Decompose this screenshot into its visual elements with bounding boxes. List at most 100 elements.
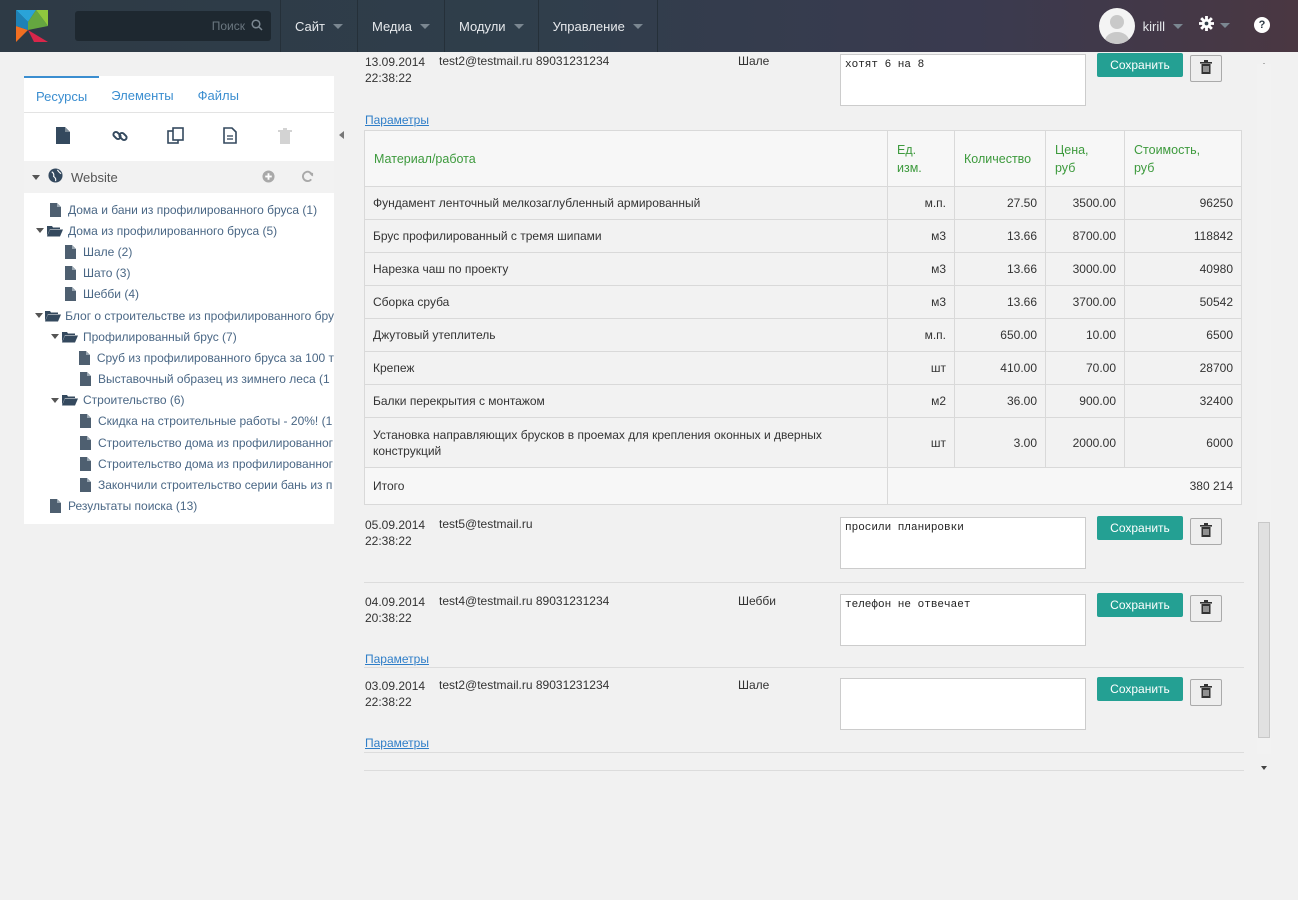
expand-icon[interactable] <box>34 228 46 234</box>
entry-comment-field[interactable]: хотят 6 на 8 <box>840 54 1086 106</box>
tree-item[interactable]: Шале (2) <box>24 241 334 262</box>
total-label: Итого <box>364 467 888 505</box>
scroll-down-icon[interactable] <box>1261 759 1267 773</box>
order-entry: 05.09.2014 22:38:22 test5@testmail.ru про… <box>364 515 1244 583</box>
tree-item[interactable]: Сруб из профилированного бруса за 100 т <box>24 347 334 368</box>
entry-comment-field[interactable]: просили планировки <box>840 517 1086 569</box>
refresh-icon[interactable] <box>301 170 314 186</box>
tree-item[interactable]: Профилированный брус (7) <box>24 326 334 347</box>
tree-root-label: Website <box>71 169 118 185</box>
cell-unit: шт <box>887 351 955 385</box>
tab-files[interactable]: Файлы <box>186 76 251 112</box>
tree-item-label: Шале (2) <box>83 244 133 259</box>
table-total-row: Итого 380 214 <box>364 467 1242 505</box>
table-row: Брус профилированный с тремя шипами м3 13.… <box>364 219 1242 253</box>
expand-icon[interactable] <box>34 313 45 319</box>
entry-house-type: Шале <box>738 678 770 692</box>
tree-item-label: Дома и бани из профилированного бруса (1… <box>68 202 318 217</box>
delete-button[interactable] <box>1190 679 1222 706</box>
document-icon <box>76 435 94 450</box>
tree-item[interactable]: Закончили строительство серии бань из п <box>24 474 334 495</box>
cell-price: 3500.00 <box>1045 186 1125 220</box>
cell-cost: 28700 <box>1124 351 1242 385</box>
total-value: 380 214 <box>887 467 1242 505</box>
scrollbar-thumb[interactable] <box>1258 522 1270 738</box>
tree-item[interactable]: Шато (3) <box>24 263 334 284</box>
entry-comment-field[interactable] <box>840 678 1086 730</box>
user-menu[interactable]: kirill <box>1098 8 1183 44</box>
entry-datetime: 13.09.2014 22:38:22 <box>365 54 425 86</box>
document-icon <box>76 372 94 387</box>
save-button[interactable]: Сохранить <box>1097 593 1183 617</box>
search-icon[interactable] <box>251 18 263 34</box>
top-bar: Поиск Сайт Медиа Модули Управление kiril… <box>0 0 1298 52</box>
tree-item[interactable]: Скидка на строительные работы - 20%! (1 <box>24 411 334 432</box>
modx-logo[interactable] <box>0 0 64 52</box>
params-link[interactable]: Параметры <box>365 652 429 666</box>
delete-button[interactable] <box>1190 55 1222 82</box>
params-link[interactable]: Параметры <box>365 113 429 127</box>
cell-quantity: 13.66 <box>954 219 1046 253</box>
tree-item[interactable]: Блог о строительстве из профилированного… <box>24 305 334 326</box>
search-input[interactable]: Поиск <box>75 11 271 41</box>
copy-icon[interactable] <box>167 127 184 147</box>
tree-item[interactable]: Строительство дома из профилированног <box>24 432 334 453</box>
expand-icon[interactable] <box>32 174 40 180</box>
materials-table: Материал/работа Ед. изм. Количество Цена… <box>364 130 1242 505</box>
entry-house-type: Шебби <box>738 594 776 608</box>
tab-elements[interactable]: Элементы <box>99 76 185 112</box>
expand-icon[interactable] <box>49 397 61 403</box>
folder-open-icon <box>61 394 79 406</box>
cell-material: Установка направляющих брусков в проемах… <box>364 417 888 468</box>
entry-contact: test2@testmail.ru 89031231234 <box>439 54 610 68</box>
new-document-icon[interactable] <box>56 127 70 147</box>
cell-quantity: 13.66 <box>954 252 1046 286</box>
chevron-down-icon <box>1220 22 1230 28</box>
tree-item-label: Результаты поиска (13) <box>68 499 198 514</box>
save-button[interactable]: Сохранить <box>1097 677 1183 701</box>
nav-manage[interactable]: Управление <box>539 0 658 52</box>
tree-item[interactable]: Строительство (6) <box>24 390 334 411</box>
tree-item[interactable]: Строительство дома из профилированног <box>24 453 334 474</box>
save-button[interactable]: Сохранить <box>1097 53 1183 77</box>
expand-icon[interactable] <box>49 334 61 340</box>
link-icon[interactable] <box>112 128 128 147</box>
tree-toolbar <box>24 113 334 161</box>
cell-unit: м2 <box>887 384 955 418</box>
tree-item[interactable]: Дома из профилированного бруса (5) <box>24 220 334 241</box>
entry-date: 13.09.2014 <box>365 55 426 69</box>
add-icon[interactable] <box>262 170 275 186</box>
static-resource-icon[interactable] <box>222 127 237 147</box>
save-button[interactable]: Сохранить <box>1097 516 1183 540</box>
nav-media[interactable]: Медиа <box>358 0 445 52</box>
chevron-down-icon <box>513 23 524 29</box>
tree-root-website[interactable]: Website <box>24 161 334 193</box>
document-icon <box>76 478 94 493</box>
trash-icon[interactable] <box>278 127 293 147</box>
cell-price: 3000.00 <box>1045 252 1125 286</box>
nav-modules[interactable]: Модули <box>445 0 539 52</box>
resource-panel: Ресурсы Элементы Файлы Website Дома и ба… <box>24 76 344 524</box>
tree-item[interactable]: Дома и бани из профилированного бруса (1… <box>24 199 334 220</box>
entry-comment-field[interactable]: телефон не отвечает <box>840 594 1086 646</box>
delete-button[interactable] <box>1190 595 1222 622</box>
cell-price: 2000.00 <box>1045 417 1125 468</box>
page-scrollbar[interactable] <box>1257 52 1271 770</box>
settings-menu[interactable] <box>1199 16 1230 34</box>
nav-site[interactable]: Сайт <box>281 0 358 52</box>
cell-cost: 96250 <box>1124 186 1242 220</box>
tab-resources[interactable]: Ресурсы <box>24 76 100 112</box>
tree-item[interactable]: Результаты поиска (13) <box>24 496 334 517</box>
table-row: Фундамент ленточный мелкозаглубленный ар… <box>364 186 1242 220</box>
entry-contact: test4@testmail.ru 89031231234 <box>439 594 610 608</box>
cell-quantity: 3.00 <box>954 417 1046 468</box>
help-icon[interactable]: ? <box>1254 17 1270 33</box>
collapse-panel-icon[interactable] <box>336 128 348 142</box>
username: kirill <box>1142 18 1165 34</box>
col-price: Цена, руб <box>1045 130 1125 187</box>
delete-button[interactable] <box>1190 518 1222 545</box>
tree-item[interactable]: Шебби (4) <box>24 284 334 305</box>
tree-item[interactable]: Выставочный образец из зимнего леса (1 <box>24 369 334 390</box>
entry-contact: test2@testmail.ru 89031231234 <box>439 678 610 692</box>
params-link[interactable]: Параметры <box>365 736 429 750</box>
